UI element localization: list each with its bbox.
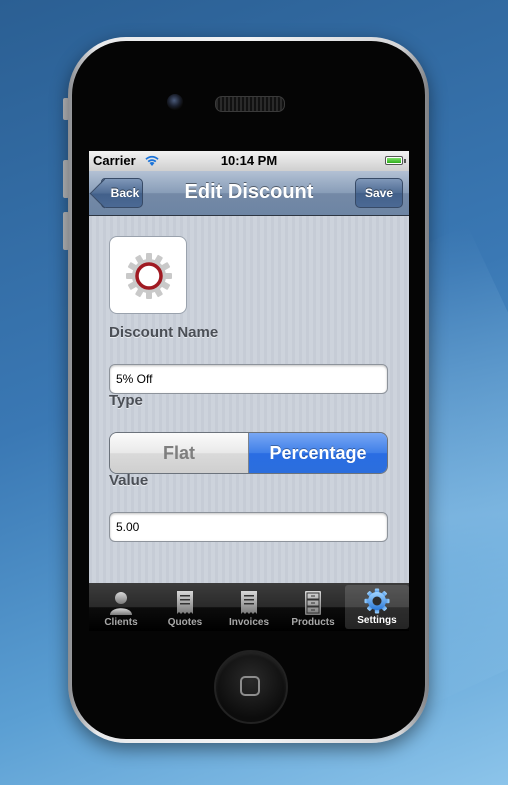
tab-products[interactable]: Products (281, 583, 345, 631)
status-bar: Carrier 10:14 PM (89, 151, 409, 171)
page-title: Edit Discount (184, 181, 314, 203)
phone-screen: Carrier 10:14 PM Back Edit Discount Save (89, 151, 409, 631)
tab-label-clients: Clients (104, 617, 138, 628)
back-button[interactable]: Back (89, 178, 143, 209)
value-field[interactable] (109, 512, 388, 542)
tab-invoices[interactable]: Invoices (217, 583, 281, 631)
tab-label-invoices: Invoices (228, 617, 270, 628)
navigation-bar: Back Edit Discount Save (89, 171, 409, 216)
receipt-icon (241, 591, 257, 614)
receipt-icon (177, 591, 193, 614)
type-option-flat[interactable]: Flat (110, 433, 249, 473)
tab-clients[interactable]: Clients (89, 583, 153, 631)
battery-icon (385, 156, 406, 165)
tab-label-settings: Settings (357, 615, 397, 626)
type-label: Type (109, 392, 143, 409)
discount-name-label: Discount Name (109, 324, 219, 341)
form-content: Discount Name Type Flat Percentage Value (89, 216, 409, 583)
type-option-percentage[interactable]: Percentage (249, 433, 387, 473)
tab-quotes[interactable]: Quotes (153, 583, 217, 631)
cabinet-icon (305, 591, 321, 615)
save-button[interactable]: Save (355, 178, 403, 208)
earpiece-speaker (215, 96, 285, 112)
type-segmented-control: Flat Percentage (109, 432, 388, 474)
value-label: Value (109, 472, 149, 489)
discount-name-field[interactable] (109, 364, 388, 394)
home-square-icon (240, 676, 260, 696)
clock: 10:14 PM (220, 153, 278, 168)
home-button[interactable] (214, 650, 288, 724)
tab-bar: Clients Quotes Invoices Products Setting… (89, 583, 409, 631)
discount-image-button[interactable] (109, 236, 187, 314)
tab-label-products: Products (291, 617, 335, 628)
person-icon (110, 592, 132, 615)
front-camera (167, 94, 183, 110)
tab-settings[interactable]: Settings (345, 585, 409, 629)
tab-label-quotes: Quotes (167, 617, 203, 628)
back-button-label: Back (110, 186, 140, 200)
gear-icon (364, 588, 390, 614)
gear-placeholder-icon (126, 253, 172, 299)
